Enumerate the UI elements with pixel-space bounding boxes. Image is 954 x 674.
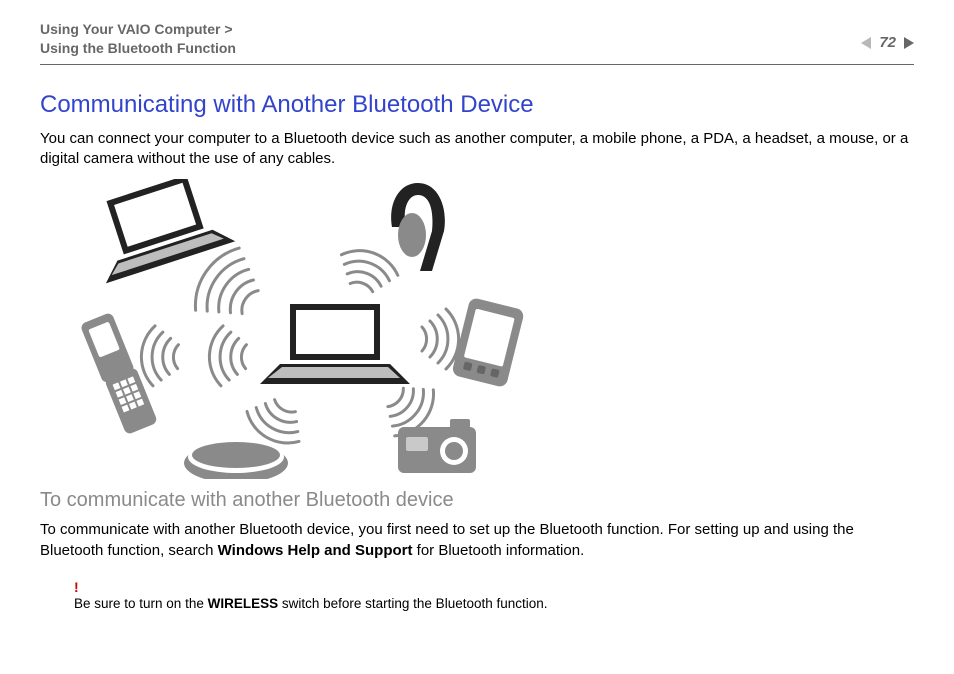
laptop-remote-icon	[82, 179, 235, 283]
pda-icon	[451, 297, 525, 388]
page-header: Using Your VAIO Computer > Using the Blu…	[40, 20, 914, 65]
breadcrumb-line2: Using the Bluetooth Function	[40, 40, 236, 56]
waves-icon	[184, 241, 271, 334]
mouse-icon	[184, 441, 288, 479]
camera-icon	[398, 419, 476, 473]
waves-icon	[422, 309, 459, 369]
waves-icon	[208, 326, 247, 387]
bluetooth-diagram	[70, 179, 560, 479]
intro-paragraph: You can connect your computer to a Bluet…	[40, 129, 914, 170]
manual-page: Using Your VAIO Computer > Using the Blu…	[0, 0, 954, 674]
prev-page-icon[interactable]	[861, 37, 871, 49]
setup-paragraph: To communicate with another Bluetooth de…	[40, 520, 914, 561]
warning-icon: !	[74, 579, 914, 595]
breadcrumb: Using Your VAIO Computer > Using the Blu…	[40, 20, 236, 58]
page-title: Communicating with Another Bluetooth Dev…	[40, 91, 914, 119]
page-number: 72	[879, 34, 896, 51]
next-page-icon[interactable]	[904, 37, 914, 49]
warning-note: ! Be sure to turn on the WIRELESS switch…	[40, 579, 914, 613]
para2-bold: Windows Help and Support	[218, 542, 413, 559]
laptop-center-icon	[260, 304, 410, 384]
section-subhead: To communicate with another Bluetooth de…	[40, 489, 914, 512]
waves-icon	[333, 243, 402, 298]
page-navigation: 72	[861, 20, 914, 51]
waves-icon	[140, 326, 179, 387]
note-bold: WIRELESS	[208, 596, 279, 611]
para2-b: for Bluetooth information.	[412, 542, 584, 559]
note-a: Be sure to turn on the	[74, 596, 208, 611]
note-b: switch before starting the Bluetooth fun…	[278, 596, 547, 611]
warning-text: Be sure to turn on the WIRELESS switch b…	[74, 596, 548, 611]
breadcrumb-line1: Using Your VAIO Computer >	[40, 21, 233, 37]
headset-icon	[391, 183, 445, 271]
